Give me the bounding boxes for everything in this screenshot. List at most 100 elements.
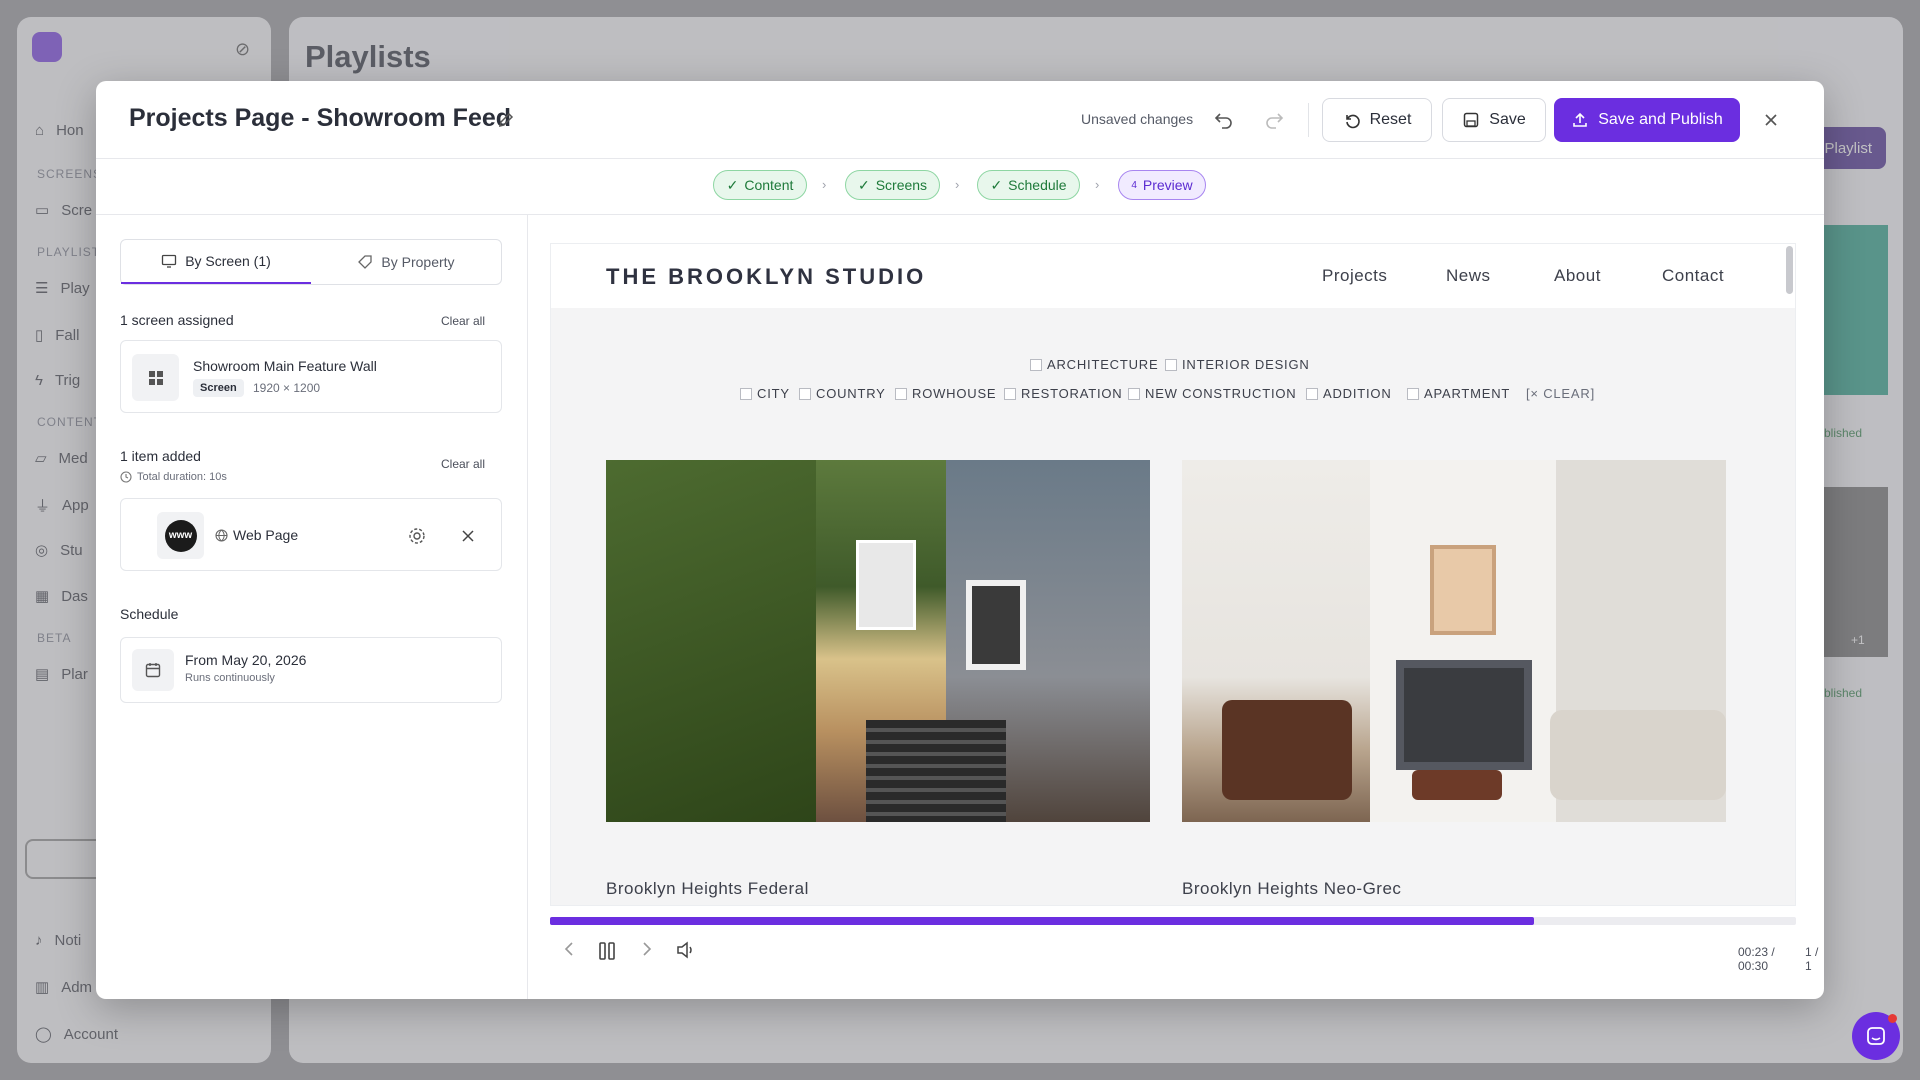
checkbox[interactable] <box>1306 387 1318 400</box>
web-page-preview: THE BROOKLYN STUDIO Projects News About … <box>550 243 1796 906</box>
app-logo[interactable] <box>32 32 62 62</box>
filter-interior-design[interactable]: INTERIOR DESIGN <box>1165 357 1310 372</box>
redo-icon[interactable] <box>1264 109 1286 131</box>
playlist-thumbnail <box>1821 225 1888 395</box>
divider <box>1308 103 1309 137</box>
wizard-steps: ✓ Content › ✓ Screens › ✓ Schedule › 4 Previ… <box>96 159 1824 215</box>
screen-card[interactable]: Showroom Main Feature Wall Screen 1920 ×… <box>120 340 502 413</box>
sidebar-item-home[interactable]: ⌂ Hon <box>35 122 84 139</box>
assignment-panel: By Screen (1) By Property 1 screen assig… <box>96 215 528 999</box>
upload-icon <box>1573 112 1588 127</box>
monitor-icon <box>162 254 177 268</box>
checkbox[interactable] <box>1030 358 1042 371</box>
clear-filters-link[interactable]: [× CLEAR] <box>1526 386 1595 401</box>
site-brand: THE BROOKLYN STUDIO <box>606 264 927 289</box>
checkbox[interactable] <box>1165 358 1177 371</box>
filter-restoration[interactable]: RESTORATION <box>1004 386 1123 401</box>
screen-tag: Screen <box>193 379 244 397</box>
chat-support-button[interactable] <box>1852 1012 1900 1060</box>
checkbox[interactable] <box>740 387 752 400</box>
sidebar-item-planner[interactable]: ▤ Plar <box>35 665 88 684</box>
sidebar-item-notifications[interactable]: ♪ Noti <box>35 932 81 949</box>
modal-header: Projects Page - Showroom Feed Unsaved ch… <box>96 81 1824 159</box>
project-caption-federal[interactable]: Brooklyn Heights Federal <box>606 879 809 899</box>
sidebar-item-dashboards[interactable]: ▦ Das <box>35 587 88 606</box>
playback-progress[interactable] <box>550 917 1796 925</box>
step-screens[interactable]: ✓ Screens <box>845 170 940 200</box>
playlist-thumbnail <box>1821 487 1888 657</box>
save-and-publish-button[interactable]: Save and Publish <box>1554 98 1740 142</box>
globe-icon: www <box>164 519 197 552</box>
project-image-neo-grec[interactable] <box>1182 460 1726 822</box>
filter-architecture[interactable]: ARCHITECTURE <box>1030 357 1158 372</box>
view-tabs: By Screen (1) By Property <box>120 239 502 285</box>
filter-country[interactable]: COUNTRY <box>799 386 886 401</box>
edit-pencil-icon[interactable] <box>497 111 515 129</box>
project-image-federal[interactable] <box>606 460 1150 822</box>
previous-icon[interactable] <box>562 941 576 957</box>
project-caption-neo-grec[interactable]: Brooklyn Heights Neo-Grec <box>1182 879 1401 905</box>
site-nav-about[interactable]: About <box>1554 266 1601 286</box>
site-nav-news[interactable]: News <box>1446 266 1491 286</box>
monitor-icon: ▭ <box>35 202 50 219</box>
sidebar-item-apps[interactable]: ⏚ App <box>35 495 89 516</box>
new-playlist-button[interactable]: Playlist <box>1816 127 1886 169</box>
clear-screens-button[interactable]: Clear all <box>441 314 485 328</box>
screen-resolution: 1920 × 1200 <box>253 381 321 395</box>
pause-icon[interactable] <box>598 941 616 961</box>
gear-icon[interactable] <box>407 526 427 546</box>
building-icon: ▥ <box>35 979 50 996</box>
scrollbar[interactable] <box>1786 246 1793 294</box>
undo-icon[interactable] <box>1212 109 1234 131</box>
clear-items-button[interactable]: Clear all <box>441 457 485 471</box>
filter-apartment[interactable]: APARTMENT <box>1407 386 1510 401</box>
clock-icon <box>120 471 132 483</box>
reset-button[interactable]: Reset <box>1322 98 1432 142</box>
step-content[interactable]: ✓ Content <box>713 170 807 200</box>
playlist-editor-modal: Projects Page - Showroom Feed Unsaved ch… <box>96 81 1824 999</box>
sidebar-item-account[interactable]: ◯ Account <box>35 1025 118 1044</box>
checkbox[interactable] <box>799 387 811 400</box>
schedule-from: From May 20, 2026 <box>185 652 307 668</box>
total-duration: Total duration: 10s <box>120 471 227 483</box>
filter-new-construction[interactable]: NEW CONSTRUCTION <box>1128 386 1296 401</box>
filter-city[interactable]: CITY <box>740 386 790 401</box>
calendar-icon: ▤ <box>35 666 50 683</box>
content-item-card[interactable]: www Web Page <box>120 498 502 571</box>
checkbox[interactable] <box>895 387 907 400</box>
calendar-icon <box>132 649 174 691</box>
site-nav-contact[interactable]: Contact <box>1662 266 1724 286</box>
sidebar-item-fallback[interactable]: ▯ Fall <box>35 326 79 345</box>
unsaved-changes-text: Unsaved changes <box>1081 111 1194 127</box>
sidebar-item-studio[interactable]: ◎ Stu <box>35 541 83 560</box>
schedule-card[interactable]: From May 20, 2026 Runs continuously <box>120 637 502 703</box>
checkbox[interactable] <box>1004 387 1016 400</box>
step-schedule[interactable]: ✓ Schedule <box>977 170 1080 200</box>
next-icon[interactable] <box>640 941 654 957</box>
checkbox[interactable] <box>1407 387 1419 400</box>
filter-rowhouse[interactable]: ROWHOUSE <box>895 386 996 401</box>
bookmark-icon: ▯ <box>35 327 44 344</box>
remove-icon[interactable] <box>460 528 476 544</box>
tab-by-screen[interactable]: By Screen (1) <box>121 240 311 284</box>
sidebar-item-screens[interactable]: ▭ Scre <box>35 201 92 220</box>
sidebar-item-admin[interactable]: ▥ Adm <box>35 978 92 997</box>
volume-icon[interactable] <box>676 941 696 959</box>
step-preview[interactable]: 4 Preview <box>1118 170 1206 200</box>
web-page-thumbnail: www <box>157 512 204 559</box>
site-nav-projects[interactable]: Projects <box>1322 266 1387 286</box>
filter-addition[interactable]: ADDITION <box>1306 386 1392 401</box>
unpin-icon[interactable]: ⊘ <box>235 39 250 60</box>
sidebar-item-playlists[interactable]: ☰ Play <box>35 279 90 298</box>
close-icon[interactable] <box>1762 111 1780 129</box>
sidebar-section-content: CONTENT <box>37 415 102 429</box>
tab-by-property[interactable]: By Property <box>311 240 501 284</box>
sidebar-item-triggers[interactable]: ϟ Trig <box>35 372 80 389</box>
save-button[interactable]: Save <box>1442 98 1546 142</box>
playback-info: 00:23 / 00:30 1 / 1 <box>1738 945 1824 973</box>
checkbox[interactable] <box>1128 387 1140 400</box>
sidebar-item-media[interactable]: ▱ Med <box>35 449 88 468</box>
list-icon: ☰ <box>35 280 49 297</box>
home-icon: ⌂ <box>35 122 45 139</box>
slide-counter: 1 / 1 <box>1805 945 1819 973</box>
